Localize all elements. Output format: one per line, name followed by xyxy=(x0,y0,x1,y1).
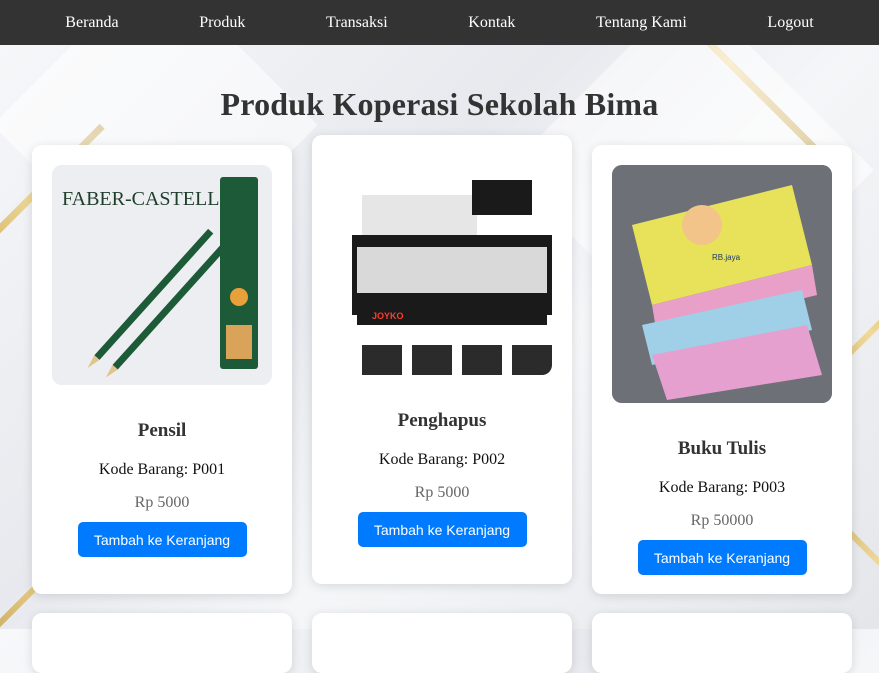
product-card-next-2 xyxy=(312,613,572,673)
add-to-cart-button[interactable]: Tambah ke Keranjang xyxy=(77,522,247,557)
product-name: Penghapus xyxy=(397,410,487,431)
product-code: Kode Barang: P001 xyxy=(98,461,226,478)
product-card-penghapus: JOYKO Penghapus Kode Barang: P002 Rp 500… xyxy=(312,135,572,584)
product-card-pensil: FABER-CASTELL Pensil Kode Barang: P001 R… xyxy=(32,145,292,594)
product-image-penghapus: JOYKO xyxy=(332,155,552,375)
product-name: Pensil xyxy=(137,420,187,441)
product-card-buku-tulis: RB.jaya Buku Tulis Kode Barang: P003 Rp … xyxy=(592,145,852,594)
product-price: Rp 5000 xyxy=(414,484,470,501)
product-price: Rp 5000 xyxy=(134,494,190,511)
add-to-cart-button[interactable]: Tambah ke Keranjang xyxy=(357,512,527,547)
add-to-cart-button[interactable]: Tambah ke Keranjang xyxy=(637,540,807,575)
product-name: Buku Tulis xyxy=(677,438,767,459)
product-image-pensil: FABER-CASTELL xyxy=(52,165,272,385)
product-price: Rp 50000 xyxy=(690,512,754,529)
rb-jaya-logo: RB.jaya xyxy=(712,253,741,262)
product-card-next-1 xyxy=(32,613,292,673)
product-image-buku-tulis: RB.jaya xyxy=(612,165,832,403)
faber-castell-logo: FABER-CASTELL xyxy=(62,188,219,210)
product-code: Kode Barang: P003 xyxy=(658,479,786,496)
product-code: Kode Barang: P002 xyxy=(378,451,506,468)
product-grid: FABER-CASTELL Pensil Kode Barang: P001 R… xyxy=(0,0,879,673)
joyko-logo: JOYKO xyxy=(372,311,404,321)
product-card-next-3 xyxy=(592,613,852,673)
